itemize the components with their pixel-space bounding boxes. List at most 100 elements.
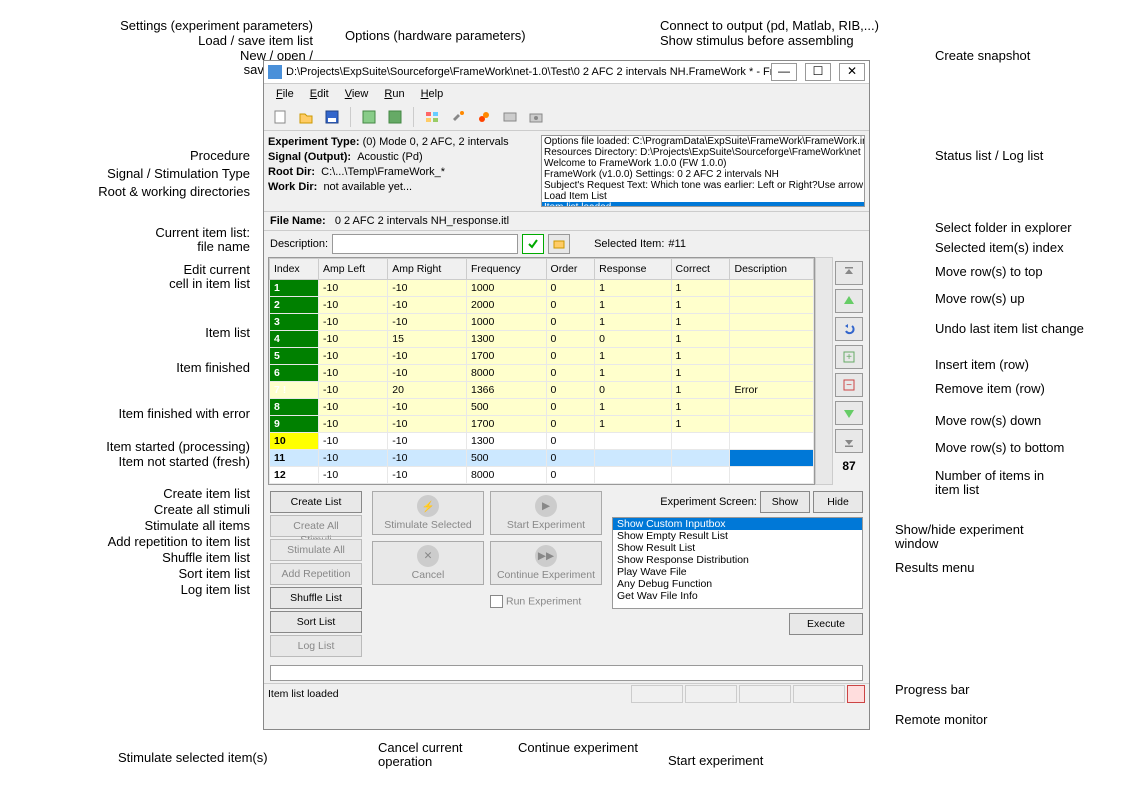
result-item[interactable]: Show Empty Result List — [613, 530, 862, 542]
table-row[interactable]: 3-10-101000011 — [270, 314, 814, 331]
annot: Show/hide experiment — [895, 522, 1024, 537]
results-menu[interactable]: Show Custom Inputbox Show Empty Result L… — [612, 517, 863, 609]
col-header[interactable]: Response — [595, 259, 671, 280]
table-row[interactable]: 1-10-101000011 — [270, 280, 814, 297]
log-item[interactable]: Subject's Request Text: Which tone was e… — [542, 180, 864, 191]
menu-run[interactable]: Run — [376, 86, 412, 102]
annot: operation — [378, 754, 432, 769]
status-cell — [739, 685, 791, 703]
table-row[interactable]: 2-10-102000011 — [270, 297, 814, 314]
show-button[interactable]: Show — [760, 491, 810, 513]
start-experiment-button[interactable]: ▶Start Experiment — [490, 491, 602, 535]
item-list-scrollbar[interactable] — [815, 257, 833, 485]
undo-button[interactable] — [835, 317, 863, 341]
cancel-button[interactable]: ✕Cancel — [372, 541, 484, 585]
menu-file[interactable]: File — [268, 86, 302, 102]
load-itemlist-button[interactable] — [357, 105, 381, 129]
sort-list-button[interactable]: Sort List — [270, 611, 362, 633]
annot: Log item list — [40, 582, 250, 597]
table-row[interactable]: 11-10-105000 — [270, 450, 814, 467]
menu-help[interactable]: Help — [413, 86, 452, 102]
explorer-button[interactable] — [548, 234, 570, 254]
annot: Item finished — [40, 360, 250, 375]
window-title: D:\Projects\ExpSuite\Sourceforge\FrameWo… — [286, 66, 771, 78]
col-header[interactable]: Index — [270, 259, 319, 280]
new-button[interactable] — [268, 105, 292, 129]
move-up-button[interactable] — [835, 289, 863, 313]
table-row[interactable]: 6-10-108000011 — [270, 365, 814, 382]
col-header[interactable]: Description — [730, 259, 814, 280]
result-item[interactable]: Show Custom Inputbox — [613, 518, 862, 530]
remove-row-button[interactable]: − — [835, 373, 863, 397]
annot: Item started (processing) — [23, 439, 250, 454]
create-list-button[interactable]: Create List — [270, 491, 362, 513]
log-item[interactable]: Welcome to FrameWork 1.0.0 (FW 1.0.0) — [542, 158, 864, 169]
col-header[interactable]: Amp Left — [319, 259, 388, 280]
menu-view[interactable]: View — [337, 86, 377, 102]
execute-button[interactable]: Execute — [789, 613, 863, 635]
status-text: Item list loaded — [268, 688, 339, 700]
connect-button[interactable] — [472, 105, 496, 129]
move-down-button[interactable] — [835, 401, 863, 425]
log-item[interactable]: Item list loaded — [542, 202, 864, 207]
item-list-table[interactable]: IndexAmp LeftAmp RightFrequencyOrderResp… — [268, 257, 815, 485]
annot: window — [895, 536, 938, 551]
log-item[interactable]: FrameWork (v1.0.0) Settings: 0 2 AFC 2 i… — [542, 169, 864, 180]
maximize-button[interactable]: ☐ — [805, 63, 831, 81]
result-item[interactable]: Show Result List — [613, 542, 862, 554]
col-header[interactable]: Frequency — [467, 259, 547, 280]
table-row[interactable]: 4-10151300001 — [270, 331, 814, 348]
hide-button[interactable]: Hide — [813, 491, 863, 513]
annot: Cancel current — [378, 740, 463, 755]
create-all-stimuli-button[interactable]: Create All Stimuli — [270, 515, 362, 537]
annot: Selected item(s) index — [935, 240, 1064, 255]
continue-experiment-button[interactable]: ▶▶Continue Experiment — [490, 541, 602, 585]
add-repetition-button[interactable]: Add Repetition — [270, 563, 362, 585]
table-row[interactable]: 7 !-10201366001Error — [270, 382, 814, 399]
stimulate-all-button[interactable]: Stimulate All — [270, 539, 362, 561]
log-item[interactable]: Options file loaded: C:\ProgramData\ExpS… — [542, 136, 864, 147]
remote-monitor-icon[interactable] — [847, 685, 865, 703]
annot: item list — [935, 482, 979, 497]
stimulate-selected-button[interactable]: ⚡Stimulate Selected — [372, 491, 484, 535]
edit-cell-button[interactable] — [522, 234, 544, 254]
show-stimulus-button[interactable] — [498, 105, 522, 129]
move-top-button[interactable] — [835, 261, 863, 285]
save-itemlist-button[interactable] — [383, 105, 407, 129]
settings-button[interactable] — [420, 105, 444, 129]
options-button[interactable] — [446, 105, 470, 129]
result-item[interactable]: Get Wav File Info — [613, 590, 862, 602]
log-item[interactable]: Load Item List — [542, 191, 864, 202]
result-item[interactable]: Show Response Distribution — [613, 554, 862, 566]
save-button[interactable] — [320, 105, 344, 129]
snapshot-button[interactable] — [524, 105, 548, 129]
selected-item-value: #11 — [668, 238, 686, 250]
table-row[interactable]: 5-10-101700011 — [270, 348, 814, 365]
minimize-button[interactable]: — — [771, 63, 797, 81]
table-row[interactable]: 10-10-1013000 — [270, 433, 814, 450]
run-experiment-checkbox[interactable]: Run Experiment — [490, 591, 602, 608]
table-row[interactable]: 8-10-10500011 — [270, 399, 814, 416]
insert-row-button[interactable]: + — [835, 345, 863, 369]
shuffle-list-button[interactable]: Shuffle List — [270, 587, 362, 609]
col-header[interactable]: Order — [546, 259, 595, 280]
move-bottom-button[interactable] — [835, 429, 863, 453]
col-header[interactable]: Amp Right — [388, 259, 467, 280]
annot: Edit current — [40, 262, 250, 277]
result-item[interactable]: Any Debug Function — [613, 578, 862, 590]
annot: Signal / Stimulation Type — [40, 166, 250, 181]
annot: Create snapshot — [935, 48, 1030, 63]
log-list-button[interactable]: Log List — [270, 635, 362, 657]
col-header[interactable]: Correct — [671, 259, 730, 280]
open-button[interactable] — [294, 105, 318, 129]
description-input[interactable] — [332, 234, 518, 254]
table-row[interactable]: 12-10-1080000 — [270, 467, 814, 484]
menu-edit[interactable]: Edit — [302, 86, 337, 102]
result-item[interactable]: Play Wave File — [613, 566, 862, 578]
close-button[interactable]: ✕ — [839, 63, 865, 81]
annot: Item not started (fresh) — [40, 454, 250, 469]
log-item[interactable]: Resources Directory: D:\Projects\ExpSuit… — [542, 147, 864, 158]
annot: Current item list: — [40, 225, 250, 240]
log-list[interactable]: Options file loaded: C:\ProgramData\ExpS… — [541, 135, 865, 207]
table-row[interactable]: 9-10-101700011 — [270, 416, 814, 433]
